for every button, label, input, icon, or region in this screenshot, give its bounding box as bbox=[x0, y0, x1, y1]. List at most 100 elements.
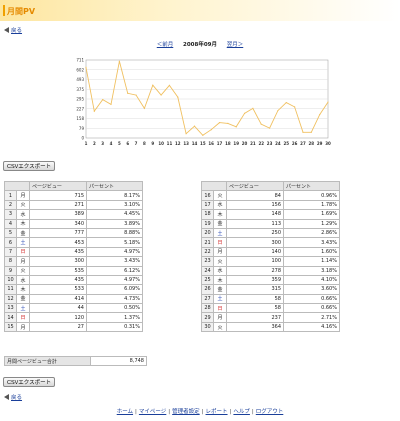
footer-link[interactable]: マイページ bbox=[139, 409, 166, 415]
day-cell: 22 bbox=[201, 246, 214, 258]
percent-cell: 0.66% bbox=[283, 293, 340, 305]
header-percent: パーセント bbox=[86, 180, 143, 192]
day-cell: 8 bbox=[4, 256, 17, 267]
data-point bbox=[118, 60, 120, 62]
y-tick-label: 375 bbox=[76, 87, 84, 92]
views-cell: 113 bbox=[226, 218, 284, 229]
monthly-total-table: 月間ページビュー合計 8,748 bbox=[4, 356, 147, 366]
day-cell: 23 bbox=[201, 256, 214, 267]
next-month-link[interactable]: 翌月＞ bbox=[227, 42, 244, 48]
views-cell: 533 bbox=[29, 284, 87, 295]
data-point bbox=[160, 94, 162, 96]
table-row: 7 日 435 4.97% bbox=[4, 246, 143, 258]
footer-link[interactable]: ホーム bbox=[117, 409, 133, 415]
table-row: 5 金 777 8.88% bbox=[4, 227, 143, 239]
views-cell: 535 bbox=[29, 265, 87, 276]
x-tick-label: 21 bbox=[250, 141, 256, 146]
x-tick-label: 23 bbox=[267, 141, 273, 146]
weekday-cell: 日 bbox=[213, 303, 227, 314]
pageview-table-left: ページビュー パーセント 1 月 715 8.17% 2 火 271 3.10% 3 水 389 4.… bbox=[4, 180, 143, 333]
footer-link[interactable]: ヘルプ bbox=[233, 409, 250, 415]
table-row: 17 水 156 1.78% bbox=[201, 199, 340, 211]
percent-cell: 3.43% bbox=[283, 237, 340, 248]
percent-cell: 4.97% bbox=[86, 274, 143, 286]
weekday-cell: 土 bbox=[213, 227, 227, 239]
day-cell: 7 bbox=[4, 246, 17, 258]
data-point bbox=[210, 129, 212, 131]
x-tick-label: 5 bbox=[118, 141, 121, 146]
table-row: 13 土 44 0.50% bbox=[4, 303, 143, 314]
data-point bbox=[285, 101, 287, 104]
back-link-bottom[interactable]: 戻る bbox=[4, 393, 22, 401]
percent-cell: 8.17% bbox=[86, 190, 143, 201]
weekday-cell: 金 bbox=[213, 284, 227, 295]
views-cell: 271 bbox=[29, 199, 87, 211]
percent-cell: 1.29% bbox=[283, 218, 340, 229]
data-point bbox=[135, 94, 137, 96]
table-row: 22 月 140 1.60% bbox=[201, 246, 340, 258]
day-cell: 29 bbox=[201, 312, 214, 323]
x-tick-label: 17 bbox=[217, 141, 223, 146]
back-link-top[interactable]: 戻る bbox=[4, 26, 22, 34]
views-cell: 777 bbox=[29, 227, 87, 239]
day-cell: 18 bbox=[201, 209, 214, 220]
y-tick-label: 0 bbox=[81, 136, 84, 141]
month-navigator: ＜前月 2008年09月 翌月＞ bbox=[0, 40, 400, 48]
weekday-cell: 日 bbox=[213, 237, 227, 248]
day-cell: 2 bbox=[4, 199, 17, 211]
footer-link[interactable]: ログアウト bbox=[256, 409, 284, 415]
y-tick-label: 158 bbox=[76, 116, 84, 121]
x-tick-label: 24 bbox=[275, 141, 281, 146]
footer-separator: | bbox=[201, 409, 204, 415]
prev-month-link[interactable]: ＜前月 bbox=[157, 42, 174, 48]
views-cell: 44 bbox=[29, 303, 87, 314]
views-cell: 148 bbox=[226, 209, 284, 220]
data-point bbox=[202, 134, 204, 136]
x-tick-label: 7 bbox=[135, 141, 138, 146]
table-row: 3 水 389 4.45% bbox=[4, 209, 143, 220]
percent-cell: 3.18% bbox=[283, 265, 340, 276]
day-cell: 5 bbox=[4, 227, 17, 239]
footer-link[interactable]: 管理者設定 bbox=[172, 409, 200, 415]
x-tick-label: 28 bbox=[309, 141, 315, 146]
weekday-cell: 月 bbox=[16, 190, 30, 201]
percent-cell: 3.89% bbox=[86, 218, 143, 229]
footer-link[interactable]: レポート bbox=[206, 409, 228, 415]
csv-export-button-bottom[interactable]: CSVエクスポート bbox=[3, 377, 56, 387]
page-title: 月間PV bbox=[7, 7, 36, 16]
weekday-cell: 火 bbox=[213, 256, 227, 267]
views-cell: 120 bbox=[29, 312, 87, 323]
views-cell: 84 bbox=[226, 190, 284, 201]
day-cell: 9 bbox=[4, 265, 17, 276]
day-cell: 11 bbox=[4, 284, 17, 295]
x-tick-label: 10 bbox=[158, 141, 164, 146]
day-cell: 14 bbox=[4, 312, 17, 323]
table-row: 6 土 453 5.18% bbox=[4, 237, 143, 248]
day-cell: 27 bbox=[201, 293, 214, 305]
views-cell: 389 bbox=[29, 209, 87, 220]
percent-cell: 1.69% bbox=[283, 209, 340, 220]
percent-cell: 2.71% bbox=[283, 312, 340, 323]
footer-separator: | bbox=[168, 409, 171, 415]
x-tick-label: 15 bbox=[200, 141, 206, 146]
percent-cell: 3.10% bbox=[86, 199, 143, 211]
csv-export-button-top[interactable]: CSVエクスポート bbox=[3, 161, 56, 171]
views-cell: 237 bbox=[226, 312, 284, 323]
x-tick-label: 9 bbox=[151, 141, 154, 146]
back-link-label[interactable]: 戻る bbox=[11, 395, 22, 401]
back-link-label[interactable]: 戻る bbox=[11, 28, 22, 34]
x-tick-label: 16 bbox=[208, 141, 214, 146]
header-accent-bar bbox=[3, 5, 5, 16]
percent-cell: 4.45% bbox=[86, 209, 143, 220]
table-row: 20 土 250 2.86% bbox=[201, 227, 340, 239]
percent-cell: 5.18% bbox=[86, 237, 143, 248]
views-cell: 27 bbox=[29, 321, 87, 333]
y-tick-label: 227 bbox=[76, 106, 84, 111]
weekday-cell: 水 bbox=[16, 209, 30, 220]
table-row: 25 木 359 4.10% bbox=[201, 274, 340, 286]
table-row: 21 日 300 3.43% bbox=[201, 237, 340, 248]
data-point bbox=[152, 84, 154, 86]
views-cell: 300 bbox=[29, 256, 87, 267]
data-point bbox=[327, 101, 329, 103]
table-row: 9 火 535 6.12% bbox=[4, 265, 143, 276]
